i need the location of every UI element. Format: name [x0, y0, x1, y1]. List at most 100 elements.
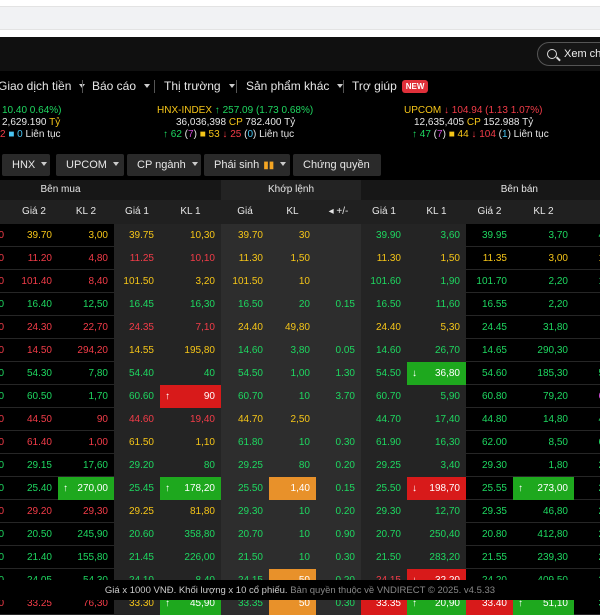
cell-mp: 101.50	[221, 270, 269, 293]
menu-divider	[82, 80, 83, 93]
cell-mk: 3,80	[269, 339, 316, 362]
cell-sk2: 3,00	[548, 253, 568, 264]
search-button[interactable]: Xem chi	[537, 42, 600, 66]
cell-sk1: 1,90	[407, 270, 466, 293]
cell-sg2: 39.95	[481, 230, 507, 241]
index-ceil-count: 7	[437, 129, 443, 140]
col-header[interactable]: Giá 2	[10, 200, 58, 224]
tab-label: Phái sinh	[214, 159, 260, 171]
cell-mk: 10	[269, 431, 316, 454]
cell-pm	[316, 316, 361, 339]
menu-item-san-pham-khac[interactable]: Sản phẩm khác	[246, 79, 344, 93]
cell-s3: 6	[574, 431, 600, 454]
col-header[interactable]: Giá 1	[361, 200, 407, 224]
col-header[interactable]: Giá	[221, 200, 269, 224]
table-row[interactable]: 0 11.20 4,80 11.25 10,10 11.30 1,50 11.30 1,50 11…	[0, 247, 600, 270]
cell-mp: 20.70	[221, 523, 269, 546]
cell-c0: 0	[0, 506, 4, 517]
cell-bg2: 61.40	[26, 437, 52, 448]
cell-bk2: 294,20	[77, 345, 108, 356]
index-value: Tỷ	[49, 117, 61, 128]
tab-phai-sinh[interactable]: Phái sinh ▮▮	[204, 154, 290, 176]
arrow-left-icon[interactable]: ◂	[329, 206, 337, 217]
table-row[interactable]: 0 29.15 17,60 29.20 80 29.25 80 0.20 29.25 3,40 29…	[0, 454, 600, 477]
table-row[interactable]: 0 21.40 155,80 21.45 226,00 21.50 10 0.30 21.50 2…	[0, 546, 600, 569]
cell-bk1: 3,20	[160, 270, 221, 293]
menu-item-tro-giup[interactable]: Trợ giúp NEW	[352, 79, 429, 93]
cell-c0: 0	[0, 345, 4, 356]
cell-s3: 1	[574, 247, 600, 270]
cell-bg1: 54.40	[114, 362, 160, 385]
cell-bg2: 24.30	[26, 322, 52, 333]
menu-item-bao-cao[interactable]: Báo cáo	[92, 79, 151, 93]
cell-bg1: 21.45	[114, 546, 160, 569]
table-row[interactable]: 0 44.50 90 44.60 19,40 44.70 2,50 44.70 17,40 44.…	[0, 408, 600, 431]
cell-sk1: 11,60	[407, 293, 466, 316]
cell-pm: 0.30	[316, 546, 361, 569]
table-row[interactable]: 0 60.50 1,70 60.60 90 ↑ 60.70 10 3.70 60.70 5,90 60…	[0, 385, 600, 408]
cell-bg1: 44.60	[114, 408, 160, 431]
index-up-count: 47	[419, 129, 431, 140]
cell-sg1: 16.50	[361, 293, 407, 316]
table-row[interactable]: 0 101.40 8,40 101.50 3,20 101.50 10 101.60 1,90 1…	[0, 270, 600, 293]
footer-copyright: Bản quyền thuộc về VNDIRECT © 2025. v4.5…	[290, 585, 496, 596]
browser-address-bar[interactable]	[0, 6, 600, 30]
col-header[interactable]: Giá 2	[466, 200, 513, 224]
cell-sk2: 2,20	[548, 299, 568, 310]
index-volume: 36,036,398	[176, 117, 227, 128]
table-row[interactable]: 0 20.50 245,90 20.60 358,80 20.70 10 0.90 20.70 2…	[0, 523, 600, 546]
cell-sk1: 3,60	[407, 224, 466, 247]
cell-s3: 4	[574, 224, 600, 247]
table-row[interactable]: 0 25.40 270,00 ↑ 25.45 178,20 ↑ 25.50 1,40 0.15 25…	[0, 477, 600, 500]
cell-c0: 0	[0, 437, 4, 448]
table-row[interactable]: 0 29.20 29,30 29.25 81,80 29.30 10 0.20 29.30 12,…	[0, 500, 600, 523]
cell-sk2: 46,80	[542, 506, 568, 517]
col-header[interactable]: KL 2	[58, 200, 114, 224]
table-row[interactable]: 0 39.70 3,00 39.75 10,30 39.70 30 39.90 3,60 39.9…	[0, 224, 600, 247]
cell-mk: 1,00	[269, 362, 316, 385]
index-cp-label: CP	[228, 117, 243, 128]
tab-chung-quyen[interactable]: Chứng quyền	[293, 154, 381, 188]
table-row[interactable]: 0 54.30 7,80 54.40 40 54.50 1,00 1.30 54.50 36,80…	[0, 362, 600, 385]
index-name: UPCOM	[404, 105, 442, 116]
tab-upcom[interactable]: UPCOM	[56, 154, 124, 176]
tab-cp-nganh[interactable]: CP ngành	[127, 154, 201, 176]
cell-c0: 0	[0, 529, 4, 540]
col-header[interactable]: KL 1	[407, 200, 466, 224]
col-header[interactable]: KL 1	[160, 200, 221, 224]
cell-sk2: 2,20	[548, 276, 568, 287]
cell-sg2: 29.35	[481, 506, 507, 517]
cell-sg2: 25.55	[481, 483, 507, 494]
cell-sg1: 20.70	[361, 523, 407, 546]
menu-label: Báo cáo	[92, 79, 137, 93]
caret-down-icon	[112, 162, 119, 166]
col-header[interactable]: KL 2	[513, 200, 574, 224]
cell-s3: 2	[574, 500, 600, 523]
menu-label: Sản phẩm khác	[246, 79, 330, 93]
table-row[interactable]: 0 14.50 294,20 14.55 195,80 14.60 3,80 0.05 14.6…	[0, 339, 600, 362]
cell-sg1: 44.70	[361, 408, 407, 431]
cell-mk: 10	[269, 546, 316, 569]
cell-mp: 14.60	[221, 339, 269, 362]
col-header[interactable]	[0, 200, 10, 224]
col-header[interactable]	[574, 200, 600, 224]
caret-down-icon	[41, 162, 48, 166]
table-row[interactable]: 0 16.40 12,50 16.45 16,30 16.50 20 0.15 16.50 11,…	[0, 293, 600, 316]
cell-sk1: 5,90	[407, 385, 466, 408]
col-header[interactable]: Giá 1	[114, 200, 160, 224]
cell-mk: 10	[269, 523, 316, 546]
cell-pm: 1.30	[316, 362, 361, 385]
menu-item-giao-dich-tien[interactable]: Giao dịch tiền	[0, 79, 86, 93]
menu-item-thi-truong[interactable]: Thị trường	[164, 79, 235, 93]
tab-hnx[interactable]: HNX	[2, 154, 50, 176]
index-ref-count: 44	[457, 129, 469, 140]
index-upcom-header[interactable]: UPCOM ↓ 104.94 (1.13 1.07%)	[404, 105, 542, 117]
cell-sg1: 54.50	[361, 362, 407, 385]
index-volume: 12,635,405	[414, 117, 465, 128]
cell-mp: 16.50	[221, 293, 269, 316]
col-header[interactable]: ◂ +/-	[316, 200, 361, 224]
table-row[interactable]: 0 61.40 1,00 61.50 1,10 61.80 10 0.30 61.90 16,30…	[0, 431, 600, 454]
table-row[interactable]: 0 24.30 22,70 24.35 7,10 24.40 49,80 24.40 5,30 2…	[0, 316, 600, 339]
col-header[interactable]: KL	[269, 200, 316, 224]
index-hnx-header[interactable]: HNX-INDEX ↑ 257.09 (1.73 0.68%)	[157, 105, 313, 117]
